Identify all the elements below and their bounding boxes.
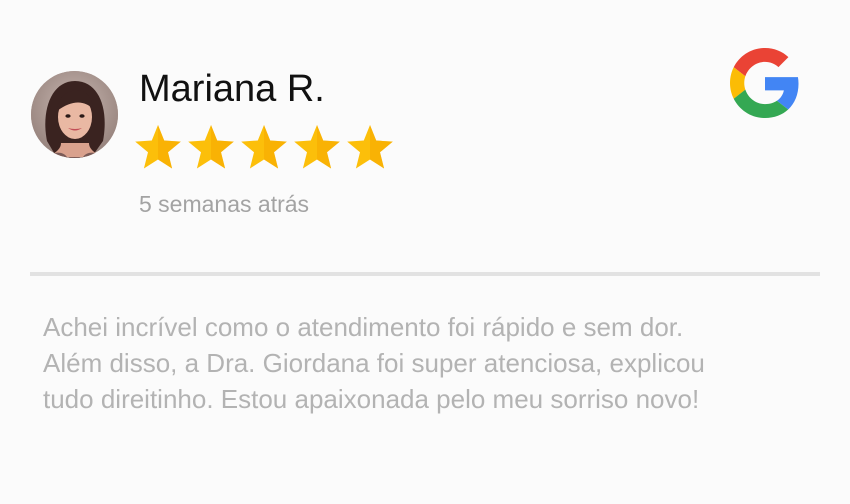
review-card: Mariana R. 5 semanas atrás Achei incríve…	[0, 0, 850, 504]
star-icon	[241, 125, 287, 169]
review-line: tudo direitinho. Estou apaixonada pelo m…	[43, 384, 700, 414]
review-line: Além disso, a Dra. Giordana foi super at…	[43, 348, 705, 378]
star-icon	[347, 125, 393, 169]
review-text: Achei incrível como o atendimento foi rá…	[43, 309, 833, 417]
star-icon	[294, 125, 340, 169]
review-line: Achei incrível como o atendimento foi rá…	[43, 312, 684, 342]
reviewer-avatar	[31, 71, 118, 158]
review-time: 5 semanas atrás	[139, 191, 310, 217]
star-rating	[132, 122, 396, 172]
star-icon	[135, 125, 181, 169]
google-g-icon	[730, 48, 799, 118]
reviewer-name: Mariana R.	[139, 68, 325, 110]
divider	[30, 272, 820, 276]
star-icon	[188, 125, 234, 169]
